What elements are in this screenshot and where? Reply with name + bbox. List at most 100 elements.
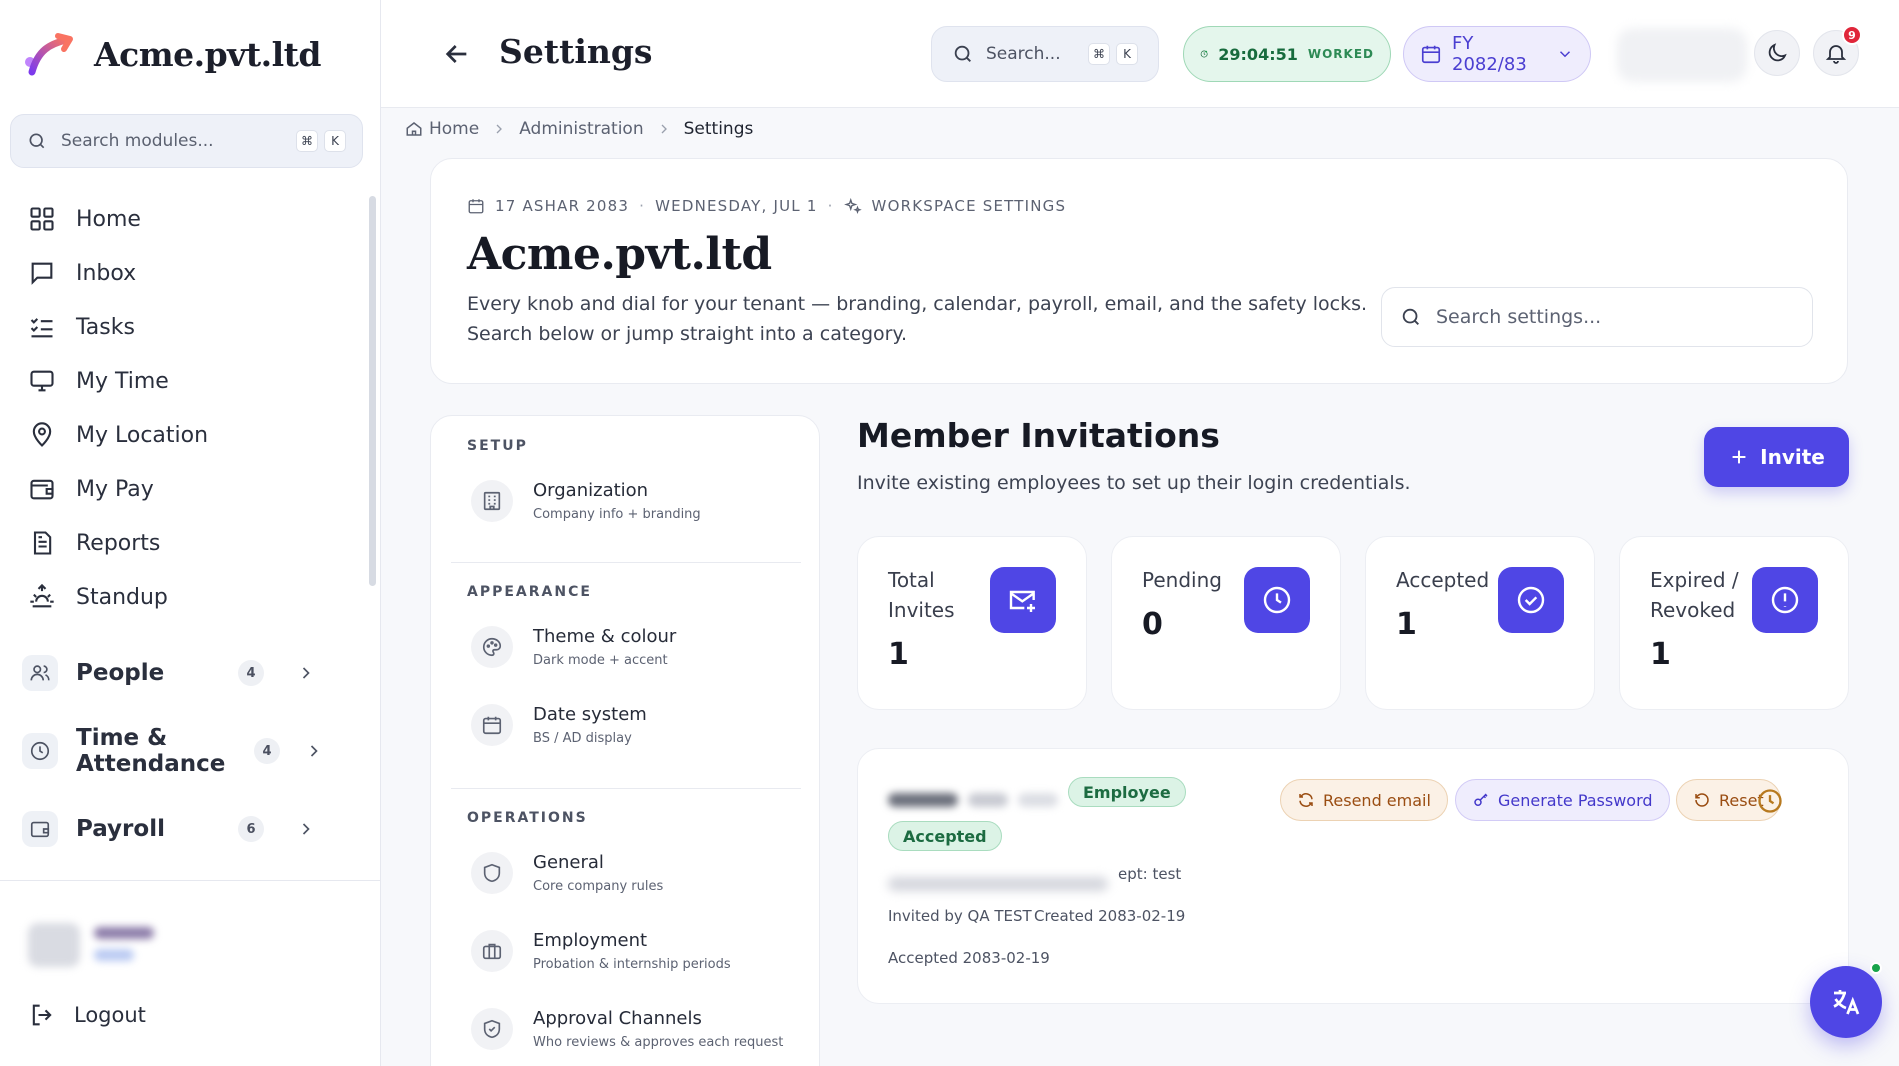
search-icon: [1402, 308, 1419, 325]
history-clock-icon[interactable]: [1756, 787, 1784, 815]
checklist-icon: [30, 318, 53, 338]
module-search-input[interactable]: Search modules... ⌘ K: [10, 114, 363, 168]
sidebar-group-people[interactable]: People 4: [0, 634, 360, 712]
sidebar-item-inbox[interactable]: Inbox: [0, 246, 360, 300]
sidebar-item-tasks[interactable]: Tasks: [0, 300, 360, 354]
sidebar-group-label: People: [76, 660, 165, 686]
sidebar-item-label: Reports: [76, 530, 161, 556]
count-badge: 4: [254, 738, 280, 764]
settings-item-title: Organization: [533, 480, 649, 501]
mail-plus-icon: [1009, 590, 1035, 612]
stat-label: Total Invites: [888, 568, 955, 622]
sidebar-item-reports[interactable]: Reports: [0, 516, 360, 570]
clock-icon: [30, 741, 50, 761]
assistant-fab-button[interactable]: [1810, 966, 1882, 1038]
sidebar-item-standup[interactable]: Standup: [0, 570, 360, 624]
wallet-icon: [30, 821, 50, 838]
logout-button[interactable]: Logout: [28, 1001, 146, 1029]
stat-card-total-invites: Total Invites 1: [857, 536, 1087, 710]
workspace-name: Acme.pvt.ltd: [467, 229, 772, 280]
settings-item-date-system[interactable]: Date system BS / AD display: [471, 704, 647, 746]
sidebar-scrollbar[interactable]: [369, 196, 376, 586]
brand-name: Acme.pvt.ltd: [94, 34, 321, 74]
settings-item-subtitle: Dark mode + accent: [533, 653, 668, 668]
fiscal-year-select[interactable]: FY 2082/83: [1403, 26, 1591, 82]
breadcrumb-administration[interactable]: Administration: [519, 119, 643, 139]
location-pin-icon: [32, 422, 52, 447]
divider: [451, 562, 801, 563]
settings-search-placeholder: Search settings...: [1436, 306, 1602, 328]
status-badge: Accepted: [888, 821, 1002, 851]
top-bar: Settings Search... ⌘ K 29:04:51 WORKED F…: [381, 0, 1899, 108]
calendar-icon: [1421, 45, 1441, 64]
breadcrumb: Home Administration Settings: [405, 119, 753, 139]
rotate-ccw-icon: [1695, 793, 1709, 807]
sidebar-nav: Home Inbox Tasks My Time My Location My …: [0, 192, 360, 868]
shortcut-cmd-key: ⌘: [1088, 43, 1110, 65]
brand-logo-icon: [25, 33, 73, 76]
stat-card-accepted: Accepted 1: [1365, 536, 1595, 710]
back-arrow-icon[interactable]: [441, 38, 473, 70]
stat-value: 0: [1142, 607, 1163, 642]
check-circle-icon: [1517, 586, 1545, 614]
fiscal-year-value: FY 2082/83: [1452, 33, 1527, 75]
sidebar-item-my-pay[interactable]: My Pay: [0, 462, 360, 516]
invitee-name: [888, 793, 1058, 807]
invite-button[interactable]: Invite: [1704, 427, 1849, 487]
building-icon: [483, 491, 501, 511]
chevron-down-icon: [1559, 51, 1571, 58]
user-profile[interactable]: [28, 923, 154, 967]
refresh-icon: [1299, 793, 1313, 807]
invitation-row: Employee Accepted ept: test Invited by Q…: [857, 748, 1849, 1004]
worked-time: 29:04:51: [1218, 44, 1298, 64]
section-title-member-invitations: Member Invitations: [857, 416, 1220, 455]
settings-item-organization[interactable]: Organization Company info + branding: [471, 480, 701, 522]
created-date-text: Created 2083-02-19: [1034, 907, 1186, 925]
settings-item-subtitle: Core company rules: [533, 879, 664, 894]
document-icon: [33, 531, 52, 555]
stat-label: Accepted: [1396, 568, 1490, 592]
theme-toggle-button[interactable]: [1754, 30, 1800, 76]
alert-circle-icon: [1771, 586, 1799, 614]
chevron-right-icon: [302, 823, 310, 835]
settings-item-subtitle: BS / AD display: [533, 731, 632, 746]
section-title-operations: OPERATIONS: [467, 810, 588, 826]
worked-timer[interactable]: 29:04:51 WORKED: [1183, 26, 1391, 82]
stat-card-pending: Pending 0: [1111, 536, 1341, 710]
settings-item-theme[interactable]: Theme & colour Dark mode + accent: [471, 626, 676, 668]
search-icon: [954, 45, 971, 62]
settings-item-title: Theme & colour: [533, 626, 677, 647]
plus-icon: [1732, 450, 1746, 464]
settings-item-employment[interactable]: Employment Probation & internship period…: [471, 930, 731, 972]
grid-icon: [30, 207, 54, 231]
sparkles-icon: [843, 197, 862, 214]
hero-meta: 17 ASHAR 2083 · WEDNESDAY, JUL 1 · WORKS…: [467, 197, 1066, 215]
global-search-input[interactable]: Search... ⌘ K: [931, 26, 1159, 82]
sidebar-item-my-location[interactable]: My Location: [0, 408, 360, 462]
stat-value: 1: [1396, 607, 1417, 642]
sidebar-item-my-time[interactable]: My Time: [0, 354, 360, 408]
clock-icon: [1263, 586, 1291, 614]
search-icon: [29, 133, 45, 149]
settings-item-approval-channels[interactable]: Approval Channels Who reviews & approves…: [471, 1008, 783, 1050]
settings-search-input[interactable]: Search settings...: [1381, 287, 1813, 347]
settings-item-title: Approval Channels: [533, 1008, 702, 1029]
generate-password-button[interactable]: Generate Password: [1455, 779, 1670, 821]
chevron-right-icon: [310, 745, 318, 757]
breadcrumb-home[interactable]: Home: [429, 119, 479, 139]
user-menu[interactable]: [1617, 28, 1747, 82]
count-badge: 6: [238, 816, 264, 842]
stat-value: 1: [888, 637, 909, 672]
settings-item-general[interactable]: General Core company rules: [471, 852, 663, 894]
brand[interactable]: Acme.pvt.ltd: [22, 30, 321, 78]
hero-section-label: WORKSPACE SETTINGS: [871, 197, 1067, 215]
sidebar-group-time-attendance[interactable]: Time & Attendance 4: [0, 712, 360, 790]
home-icon: [406, 122, 422, 136]
resend-email-label: Resend email: [1323, 790, 1431, 810]
notifications-button[interactable]: 9: [1813, 25, 1862, 76]
settings-item-subtitle: Who reviews & approves each request: [533, 1035, 784, 1050]
sidebar-group-payroll[interactable]: Payroll 6: [0, 790, 360, 868]
resend-email-button[interactable]: Resend email: [1280, 779, 1448, 821]
stat-value: 1: [1650, 637, 1671, 672]
sidebar-item-home[interactable]: Home: [0, 192, 360, 246]
